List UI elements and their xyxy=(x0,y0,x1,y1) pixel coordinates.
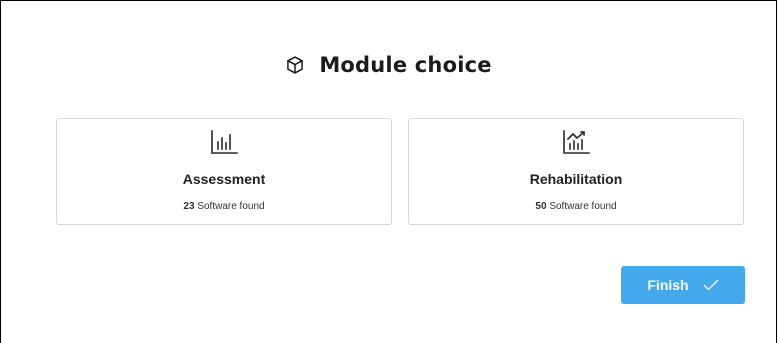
page-title: Module choice xyxy=(319,53,492,77)
software-count: 50 Software found xyxy=(409,201,743,212)
software-count-label: Software found xyxy=(549,201,617,212)
cube-icon xyxy=(285,55,305,75)
page-header: Module choice xyxy=(1,53,776,77)
finish-button[interactable]: Finish xyxy=(621,266,745,304)
software-count-label: Software found xyxy=(197,201,265,212)
module-choice-panel: Module choice Assessment 23 Software fou… xyxy=(0,0,777,343)
finish-button-label: Finish xyxy=(647,277,689,293)
module-card-assessment[interactable]: Assessment 23 Software found xyxy=(56,118,392,225)
bar-chart-icon xyxy=(210,129,238,160)
module-title: Assessment xyxy=(182,171,266,187)
software-count-number: 23 xyxy=(183,201,195,212)
software-count: 23 Software found xyxy=(57,201,391,212)
module-title: Rehabilitation xyxy=(529,171,623,187)
software-count-number: 50 xyxy=(535,201,547,212)
module-card-rehabilitation[interactable]: Rehabilitation 50 Software found xyxy=(408,118,744,225)
checkmark-icon xyxy=(703,279,719,291)
chart-trend-icon xyxy=(562,129,590,160)
